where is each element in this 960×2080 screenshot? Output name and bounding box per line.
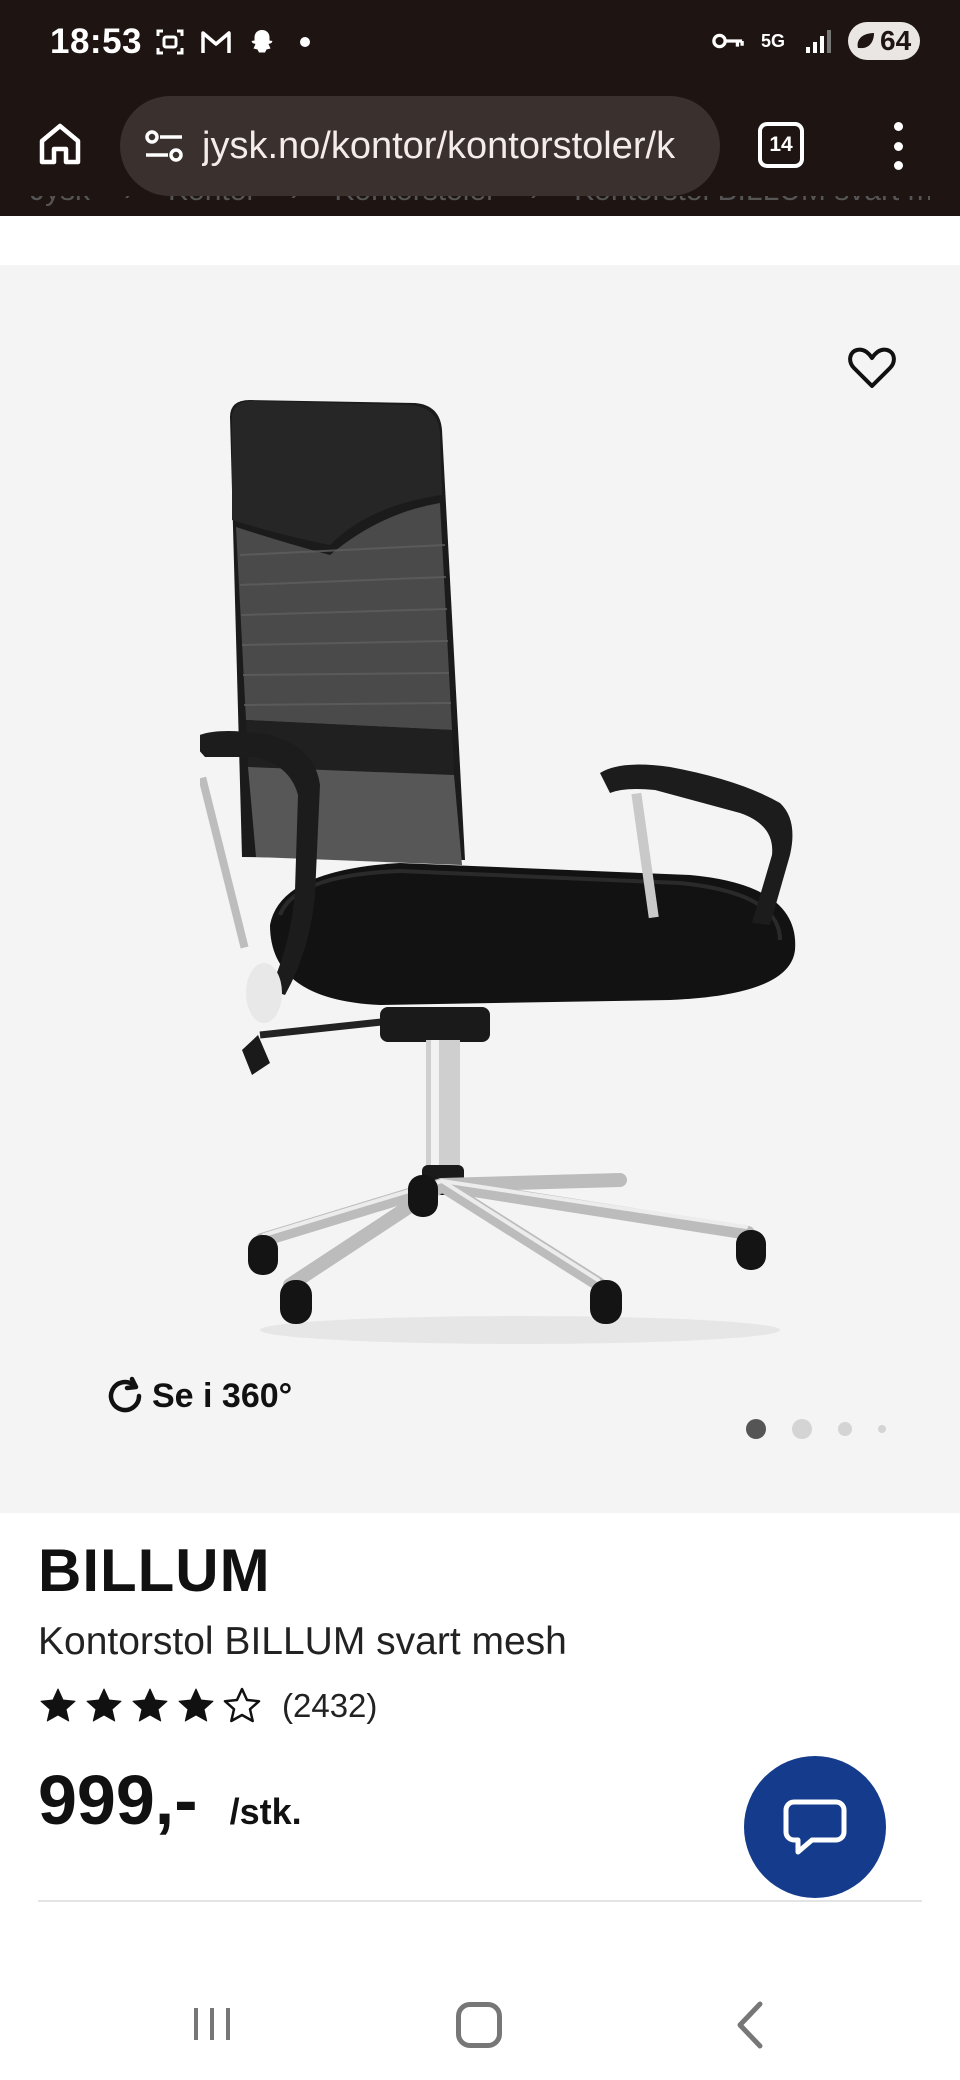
network-type: 5G [760,31,785,51]
tabs-icon[interactable]: 14 [758,122,804,168]
battery-level: 64 [880,25,912,56]
breadcrumb-item[interactable]: Kontor [168,196,256,208]
more-menu-icon[interactable] [880,116,916,176]
chat-button[interactable] [744,1756,886,1898]
nav-home-icon[interactable] [456,2002,502,2048]
star-filled-icon [86,1688,122,1722]
star-empty-icon [223,1687,261,1723]
signal-icon [802,25,834,57]
product-gallery[interactable]: Se i 360° [0,265,960,1513]
back-icon[interactable] [730,2000,770,2050]
snapchat-icon [246,26,278,58]
breadcrumb-item[interactable]: Jysk [30,196,90,208]
breadcrumb-separator: › [290,196,300,208]
url-bar[interactable]: jysk.no/kontor/kontorstoler/k [120,96,720,196]
price-row: 999,- /stk. [38,1760,302,1840]
gallery-dot[interactable] [838,1422,852,1436]
gallery-dot[interactable] [792,1419,812,1439]
gmail-icon [200,26,232,58]
favorite-button[interactable] [844,339,900,395]
vpn-key-icon [712,25,744,57]
breadcrumb-separator: › [530,196,540,208]
star-filled-icon [132,1688,168,1722]
rotate-icon [108,1376,142,1413]
system-navigation-bar [0,1960,960,2080]
breadcrumb: Jysk › Kontor › Kontorstoler › Kontorsto… [30,196,930,226]
breadcrumb-item: Kontorstol BILLUM svart m [574,196,930,208]
tab-count: 14 [769,133,793,156]
view-360-button[interactable]: Se i 360° [104,1375,292,1417]
breadcrumb-separator: › [124,196,134,208]
rating-stars [38,1686,262,1726]
divider [38,1900,922,1902]
gallery-dot[interactable] [746,1419,766,1439]
home-button[interactable] [30,114,90,174]
heart-icon [848,347,896,388]
site-settings-icon[interactable] [142,124,186,168]
price-unit: /stk. [229,1791,302,1832]
gallery-pagination [746,1419,886,1439]
product-rating[interactable]: (2432) [38,1686,377,1726]
product-name: Kontorstol BILLUM svart mesh [38,1620,567,1663]
home-icon [39,123,81,165]
status-bar: 18:53 5G 64 [0,0,960,92]
gallery-dot[interactable] [878,1425,886,1433]
star-filled-icon [178,1688,214,1722]
product-brand: BILLUM [38,1537,271,1604]
product-price: 999,- [38,1761,198,1839]
view-360-label: Se i 360° [152,1376,293,1415]
status-time: 18:53 [50,22,143,61]
url-text[interactable]: jysk.no/kontor/kontorstoler/k [202,125,675,168]
battery-icon: 64 [848,22,920,60]
breadcrumb-item[interactable]: Kontorstoler [334,196,496,208]
screenshot-icon [154,26,186,58]
star-filled-icon [40,1688,76,1722]
review-count[interactable]: (2432) [282,1687,377,1725]
recents-icon[interactable] [190,2006,234,2042]
notification-dot [300,37,310,47]
chat-icon [783,1799,847,1855]
product-image [200,400,796,1344]
